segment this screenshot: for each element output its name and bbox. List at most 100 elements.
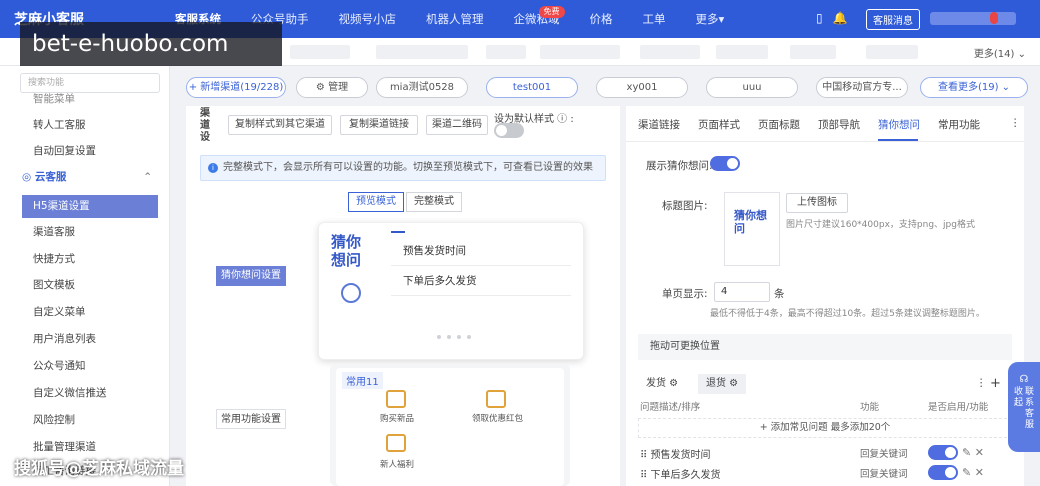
channel-chip[interactable]: uuu [706,77,798,98]
upload-icon-button[interactable]: 上传图标 [786,193,848,213]
sidebar-item[interactable]: 公众号通知 [22,355,158,378]
account-tab[interactable] [376,45,468,59]
new-product-icon [386,390,406,408]
account-tab[interactable] [790,45,836,59]
kebab-menu-icon[interactable]: ⋮ [1010,117,1021,129]
per-page-input[interactable]: 4 [714,282,770,302]
copy-link-button[interactable]: 复制渠道链接 [340,115,418,135]
faq-row-toggle[interactable] [928,445,958,460]
nav-video-shop[interactable]: 视频号小店 [324,0,412,38]
guess-settings-label[interactable]: 猜你想问设置 [216,266,286,286]
float-text: 系 [1025,398,1035,408]
chevron-up-icon: ⌃ [143,171,152,183]
float-text: 服 [1025,420,1035,430]
account-tab[interactable] [716,45,768,59]
channel-chip[interactable]: 中国移动官方专... [816,77,908,98]
common-item[interactable]: 新人福利 [380,458,414,470]
common-item[interactable]: 购买新品 [380,412,414,424]
subtab-menu-icon[interactable]: ⋮ [976,377,987,389]
contact-service-float[interactable]: ☊ 收起 联系客服 [1008,362,1040,452]
sidebar-item[interactable]: 自定义微信推送 [22,382,158,405]
faq-row-toggle[interactable] [928,465,958,480]
show-guess-toggle[interactable] [710,156,740,171]
add-question-button[interactable]: + 添加常见问题 最多添加20个 [638,418,1012,438]
tab-common[interactable]: 常用功能 [938,117,980,132]
phone-icon[interactable]: ▯ [816,11,823,25]
default-style-toggle[interactable] [494,123,524,138]
sidebar-item[interactable]: 图文模板 [22,274,158,297]
nav-robot[interactable]: 机器人管理 [411,0,499,38]
free-badge: 免费 [538,6,565,18]
sidebar-item[interactable]: 渠道客服 [22,221,158,244]
preview-panel: 渠道设 复制样式到其它渠道 复制渠道链接 渠道二维码 设为默认样式 ⓘ : i … [186,106,620,486]
question-item[interactable]: 下单后多久发货 [403,273,477,288]
settings-panel: 渠道链接 页面样式 页面标题 顶部导航 猜你想问 常用功能 ⋮ 展示猜你想问: … [626,106,1024,486]
nav-price[interactable]: 价格 [575,0,628,38]
show-guess-label: 展示猜你想问: [646,160,713,172]
subtab-return[interactable]: 退货 ⚙ [698,374,747,394]
tab-top-nav[interactable]: 顶部导航 [818,117,860,132]
account-tab[interactable] [290,45,350,59]
nav-more[interactable]: 更多▾ [681,0,740,38]
question-item[interactable]: 预售发货时间 [403,243,466,258]
tab-page-title[interactable]: 页面标题 [758,117,800,132]
copy-style-button[interactable]: 复制样式到其它渠道 [228,115,332,135]
sidebar: 搜索功能 智能菜单 转人工客服 自动回复设置 ◎ 云客服 ⌃ H5渠道设置 渠道客… [0,66,170,486]
add-subtab-icon[interactable]: + [990,376,1001,391]
upload-hint: 图片尺寸建议160*400px，支持png、jpg格式 [786,220,975,230]
account-tab[interactable] [640,45,700,59]
channel-chip[interactable]: xy001 [596,77,688,98]
tab-page-style[interactable]: 页面样式 [698,117,740,132]
sidebar-item-h5[interactable]: H5渠道设置 [22,195,158,218]
account-tab[interactable] [540,45,620,59]
guess-title: 猜你想问 [331,233,362,269]
subtab-shipping[interactable]: 发货 ⚙ [638,374,686,394]
vip-tag [990,12,999,24]
accent-line [391,231,405,233]
account-tab[interactable] [486,45,526,59]
float-text: 起 [1013,398,1023,408]
manage-button[interactable]: ⚙ 管理 [296,77,368,98]
tab-channel-link[interactable]: 渠道链接 [638,117,680,132]
more-tabs-button[interactable]: 更多(14) ⌄ [974,45,1026,60]
top-icons: ▯ 🔔 [816,11,848,25]
common-item[interactable]: 领取优惠红包 [472,412,523,424]
edit-delete-icons[interactable]: ✎ ✕ [962,466,984,479]
per-page-hint: 最低不得低于4条，最高不得超过10条。超过5条建议调整标题图片。 [710,309,985,319]
float-text: 收 [1013,387,1023,397]
sidebar-item[interactable]: 用户消息列表 [22,328,158,351]
common-functions-card: 常用11 购买新品 领取优惠红包 新人福利 [330,364,570,486]
sidebar-group-cloud[interactable]: ◎ 云客服 ⌃ [22,166,158,189]
sidebar-item[interactable]: 自定义菜单 [22,301,158,324]
sidebar-item[interactable]: 自动回复设置 [22,140,158,163]
info-icon: i [208,163,218,173]
nav-wecom[interactable]: 企微私域 免费 [499,0,575,38]
sidebar-item[interactable]: 转人工客服 [22,114,158,137]
nav-ticket[interactable]: 工单 [628,0,681,38]
faq-row-question[interactable]: ⠿ 下单后多久发货 [640,466,721,481]
faq-row-function: 回复关键词 [860,469,908,480]
faq-row-function: 回复关键词 [860,449,908,460]
qr-code-button[interactable]: 渠道二维码 [426,115,488,135]
pagination-dots[interactable] [437,335,471,339]
common-tag: 常用11 [342,372,383,389]
sidebar-item[interactable]: 智能菜单 [22,88,158,111]
account-tab[interactable] [866,45,918,59]
user-account[interactable] [930,12,1016,25]
bell-icon[interactable]: 🔔 [833,11,848,25]
per-page-unit: 条 [774,288,785,300]
customer-message-button[interactable]: 客服消息 [866,9,920,30]
view-more-channels[interactable]: 查看更多(19) ⌄ [920,77,1028,98]
sidebar-item[interactable]: 快捷方式 [22,248,158,271]
edit-delete-icons[interactable]: ✎ ✕ [962,446,984,459]
divider [391,295,571,296]
tab-guess[interactable]: 猜你想问 [878,117,920,132]
add-channel-button[interactable]: + 新增渠道(19/228) [186,77,286,98]
preview-mode-button[interactable]: 预览模式 [348,192,404,212]
full-mode-button[interactable]: 完整模式 [406,192,462,212]
sidebar-item[interactable]: 风险控制 [22,409,158,432]
channel-chip[interactable]: test001 [486,77,578,98]
faq-row-question[interactable]: ⠿ 预售发货时间 [640,446,711,461]
channel-chip[interactable]: mia测试0528 [376,77,468,98]
common-settings-label[interactable]: 常用功能设置 [216,409,286,429]
